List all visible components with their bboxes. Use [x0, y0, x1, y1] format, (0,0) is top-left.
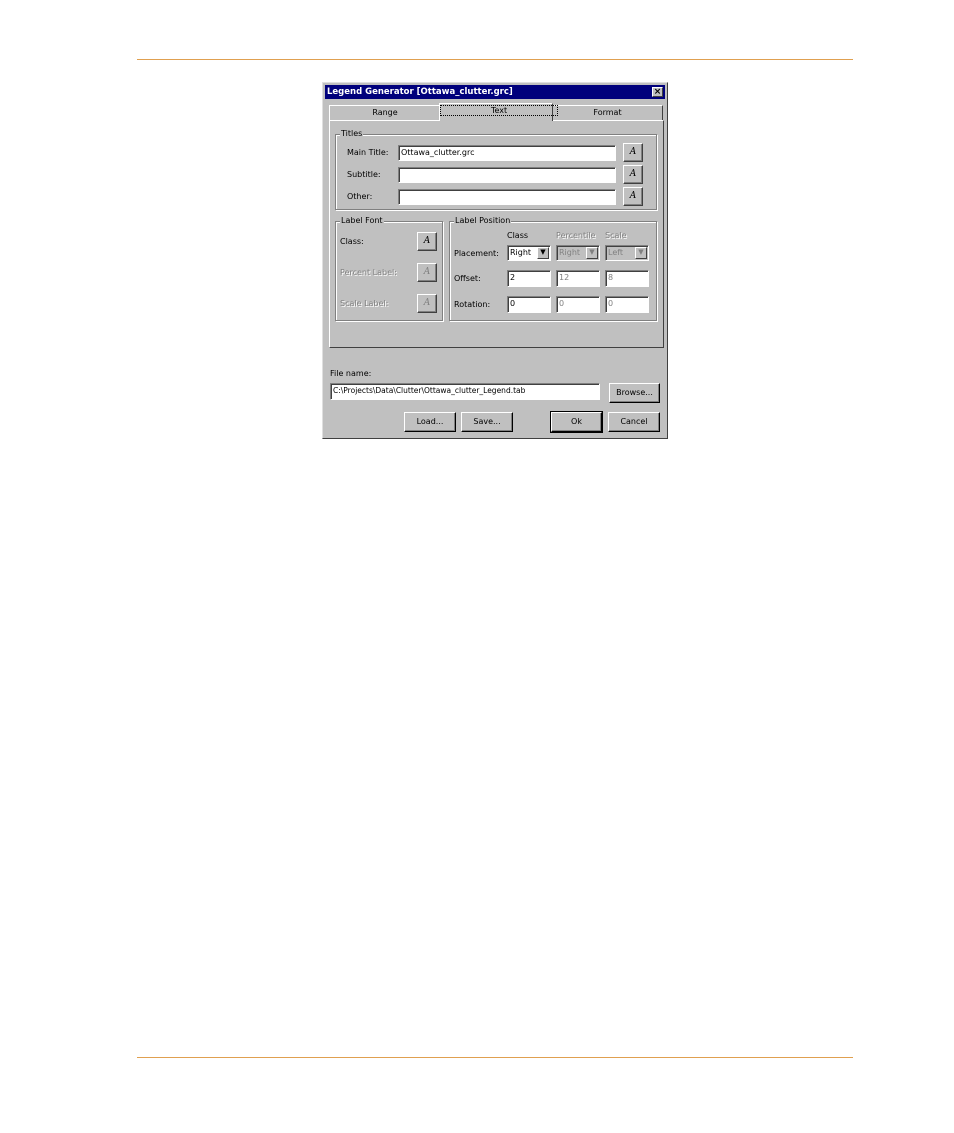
titles-group-label: Titles: [340, 129, 364, 139]
other-label: Other:: [347, 192, 373, 201]
rotation-class-input[interactable]: 0: [507, 296, 551, 313]
chevron-down-icon[interactable]: ▼: [635, 247, 647, 259]
offset-label: Offset:: [454, 274, 481, 283]
class-font-button[interactable]: A: [417, 232, 437, 251]
col-scale-header: Scale: [605, 231, 627, 240]
label-position-group-label: Label Position: [454, 216, 512, 226]
close-icon[interactable]: ×: [652, 87, 663, 97]
scale-label-font-label: Scale Label:: [340, 299, 389, 308]
titles-group: Titles Main Title: Ottawa_clutter.grc A …: [335, 129, 657, 210]
font-icon: A: [423, 267, 431, 277]
dialog-title: Legend Generator [Ottawa_clutter.grc]: [327, 87, 513, 97]
scale-label-font-button[interactable]: A: [417, 294, 437, 313]
font-icon: A: [423, 236, 431, 246]
subtitle-font-button[interactable]: A: [623, 165, 643, 184]
label-position-group: Label Position Class Percentile Scale Pl…: [449, 216, 657, 321]
main-title-label: Main Title:: [347, 148, 389, 157]
placement-percentile-value: Right: [559, 248, 581, 257]
offset-class-input[interactable]: 2: [507, 270, 551, 287]
dialog-title-bar: Legend Generator [Ottawa_clutter.grc] ×: [325, 85, 665, 99]
subtitle-input[interactable]: [398, 167, 616, 183]
class-font-label: Class:: [340, 237, 364, 246]
browse-button[interactable]: Browse...: [609, 383, 660, 403]
chevron-down-icon[interactable]: ▼: [537, 247, 549, 259]
main-title-input[interactable]: Ottawa_clutter.grc: [398, 145, 616, 161]
tab-text-label: Text: [440, 105, 559, 116]
main-title-font-button[interactable]: A: [623, 143, 643, 162]
rotation-percentile-input[interactable]: 0: [556, 296, 600, 313]
bottom-rule: [137, 1057, 853, 1058]
tab-range-label: Range: [372, 108, 398, 117]
text-tab-panel: Titles Main Title: Ottawa_clutter.grc A …: [329, 120, 664, 348]
save-button[interactable]: Save...: [461, 412, 513, 432]
percent-label-font-button[interactable]: A: [417, 263, 437, 282]
other-font-button[interactable]: A: [623, 187, 643, 206]
tab-text[interactable]: Text: [439, 103, 559, 121]
col-class-header: Class: [507, 231, 529, 240]
placement-label: Placement:: [454, 249, 499, 258]
file-name-label: File name:: [330, 369, 372, 378]
placement-class-select[interactable]: Right ▼: [507, 245, 551, 261]
tab-format-label: Format: [593, 108, 622, 117]
chevron-down-icon[interactable]: ▼: [586, 247, 598, 259]
placement-scale-select[interactable]: Left ▼: [605, 245, 649, 261]
ok-button[interactable]: Ok: [550, 411, 603, 433]
font-icon: A: [629, 147, 637, 157]
cancel-button[interactable]: Cancel: [608, 412, 660, 432]
font-icon: A: [629, 169, 637, 179]
col-percentile-header: Percentile: [556, 231, 596, 240]
label-font-group: Label Font Class: A Percent Label: A Sca…: [335, 216, 443, 321]
placement-class-value: Right: [510, 248, 532, 257]
offset-percentile-input[interactable]: 12: [556, 270, 600, 287]
label-font-group-label: Label Font: [340, 216, 384, 226]
percent-label-font-label: Percent Label:: [340, 268, 397, 277]
tab-range[interactable]: Range: [329, 105, 441, 120]
placement-scale-value: Left: [608, 248, 624, 257]
subtitle-label: Subtitle:: [347, 170, 381, 179]
tab-format[interactable]: Format: [552, 105, 663, 120]
load-button[interactable]: Load...: [404, 412, 456, 432]
font-icon: A: [423, 298, 431, 308]
file-name-input[interactable]: C:\Projects\Data\Clutter\Ottawa_clutter_…: [330, 383, 600, 400]
other-input[interactable]: [398, 189, 616, 205]
font-icon: A: [629, 191, 637, 201]
placement-percentile-select[interactable]: Right ▼: [556, 245, 600, 261]
legend-generator-dialog: Legend Generator [Ottawa_clutter.grc] × …: [322, 82, 668, 439]
top-rule: [137, 59, 853, 60]
rotation-label: Rotation:: [454, 300, 491, 309]
offset-scale-input[interactable]: 8: [605, 270, 649, 287]
rotation-scale-input[interactable]: 0: [605, 296, 649, 313]
